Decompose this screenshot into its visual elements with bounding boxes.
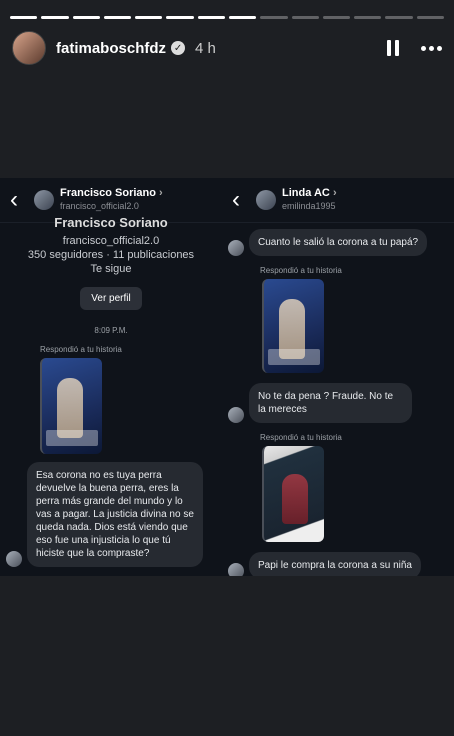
progress-segment	[228, 16, 257, 19]
chat-handle: francisco_official2.0	[60, 201, 139, 211]
avatar	[228, 407, 244, 423]
profile-handle: francisco_official2.0	[62, 235, 160, 247]
progress-segment	[260, 16, 288, 19]
replied-label: Respondió a tu historia	[260, 266, 342, 275]
story-progress-bar	[10, 16, 444, 19]
timestamp: 8:09 P.M.	[94, 326, 128, 335]
view-profile-button: Ver perfil	[80, 287, 142, 310]
avatar	[6, 551, 22, 567]
verified-badge-icon: ✓	[171, 41, 186, 55]
progress-segment	[197, 16, 225, 19]
story-thumbnail	[262, 446, 324, 542]
chevron-right-icon: ›	[159, 187, 163, 199]
chat-header: ‹ Linda AC › emilinda1995	[222, 178, 454, 223]
profile-summary: Francisco Soriano francisco_official2.0 …	[0, 215, 222, 310]
chat-handle: emilinda1995	[282, 201, 336, 211]
progress-segment	[103, 16, 132, 19]
chat-name: Linda AC	[282, 187, 330, 199]
profile-name: Francisco Soriano	[54, 215, 168, 230]
chat-name: Francisco Soriano	[60, 187, 156, 199]
message-bubble: No te da pena ? Fraude. No te la mereces	[249, 383, 412, 423]
follows-you: Te sigue	[90, 263, 132, 275]
username[interactable]: fatimaboschfdz	[56, 40, 166, 57]
avatar	[228, 240, 244, 256]
message-bubble: Cuanto le salió la corona a tu papá?	[249, 229, 428, 256]
story-thumbnail	[40, 358, 102, 454]
story-thumbnail	[262, 279, 324, 373]
progress-segment	[322, 16, 351, 19]
avatar[interactable]	[12, 31, 46, 65]
progress-segment	[416, 16, 444, 19]
progress-segment	[72, 16, 100, 19]
replied-label: Respondió a tu historia	[40, 345, 122, 354]
avatar	[228, 563, 244, 576]
avatar	[34, 190, 54, 210]
more-options-icon[interactable]	[421, 45, 442, 51]
profile-stats: 350 seguidores · 11 publicaciones	[27, 249, 195, 261]
avatar	[256, 190, 276, 210]
progress-segment	[291, 16, 319, 19]
message-bubble: Esa corona no es tuya perra devuelve la …	[27, 462, 203, 567]
replied-label: Respondió a tu historia	[260, 433, 342, 442]
story-background	[0, 576, 454, 736]
progress-segment	[10, 16, 38, 19]
story-header: fatimaboschfdz ✓ 4 h	[12, 30, 442, 66]
chevron-right-icon: ›	[332, 187, 337, 199]
back-arrow-icon: ‹	[10, 186, 18, 213]
pause-icon[interactable]	[387, 40, 399, 56]
progress-segment	[166, 16, 194, 19]
right-chat-screenshot: ‹ Linda AC › emilinda1995 Cuanto le sali…	[222, 178, 454, 576]
message-bubble: Papi le compra la corona a su niña	[249, 552, 421, 576]
progress-segment	[41, 16, 69, 19]
progress-segment	[135, 16, 163, 19]
left-chat-screenshot: ‹ Francisco Soriano › francisco_official…	[0, 178, 222, 576]
progress-segment	[385, 16, 413, 19]
back-arrow-icon: ‹	[232, 186, 240, 213]
progress-segment	[354, 16, 382, 19]
post-time: 4 h	[195, 39, 216, 57]
